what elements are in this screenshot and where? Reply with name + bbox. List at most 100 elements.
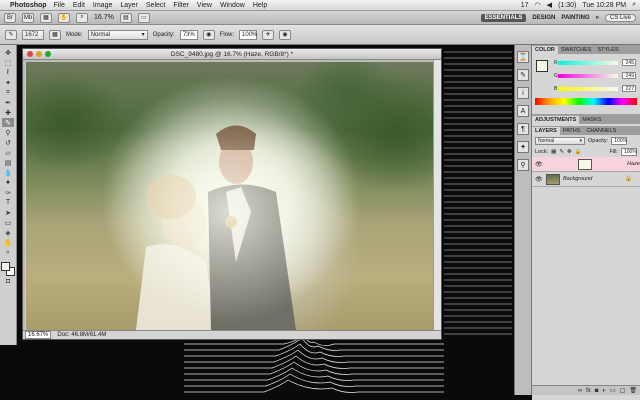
opacity-field[interactable]: 73% [179, 29, 198, 40]
link-layers-icon[interactable]: ∞ [578, 388, 582, 394]
new-layer-icon[interactable]: ▢ [620, 387, 626, 394]
cs-live-button[interactable]: CS Live [604, 13, 636, 22]
type-tool-icon[interactable]: T [2, 198, 14, 207]
quick-select-tool-icon[interactable]: ✦ [2, 78, 14, 87]
character-panel-icon[interactable]: A [517, 105, 529, 117]
minibridge-icon[interactable]: Mb [22, 12, 34, 23]
paragraph-panel-icon[interactable]: ¶ [517, 123, 529, 135]
layer-row-background[interactable]: 👁 Background 🔒 [532, 172, 640, 187]
pressure-size-icon[interactable]: ◉ [279, 29, 292, 40]
dodge-tool-icon[interactable]: ● [2, 178, 14, 187]
workspace-essentials[interactable]: ESSENTIALS [480, 13, 527, 22]
fill-field[interactable]: 100% [621, 147, 637, 156]
vertical-scrollbar[interactable] [433, 60, 441, 331]
tab-color[interactable]: COLOR [532, 46, 558, 54]
shape-tool-icon[interactable]: ▭ [2, 218, 14, 227]
b-value[interactable]: 227 [622, 85, 636, 92]
zoom-window-icon[interactable] [45, 51, 51, 57]
minimize-icon[interactable] [36, 51, 42, 57]
status-zoom[interactable]: 16.67% [25, 331, 52, 339]
lock-position-icon[interactable]: ✥ [567, 149, 572, 155]
clock[interactable]: Tue 10:28 PM [582, 2, 626, 9]
brush-panel-icon-strip[interactable]: ✦ [517, 141, 529, 153]
pen-tool-icon[interactable]: ✑ [2, 188, 14, 197]
workspace-painting[interactable]: PAINTING [561, 15, 589, 21]
brush-preset-icon[interactable]: ✎ [5, 29, 17, 40]
b-slider[interactable] [558, 87, 618, 91]
brush-tool-icon[interactable]: ✎ [2, 118, 14, 127]
close-icon[interactable] [27, 51, 33, 57]
menu-view[interactable]: View [197, 2, 212, 9]
spotlight-icon[interactable]: ⌕ [632, 1, 636, 9]
workspace-design[interactable]: DESIGN [532, 15, 555, 21]
flow-field[interactable]: 100% [239, 29, 257, 40]
new-group-icon[interactable]: ▭ [610, 387, 616, 394]
doc-size[interactable]: Doc: 46.8M/61.4M [57, 332, 106, 338]
hand-tool-icon[interactable]: ✋ [2, 238, 14, 247]
app-menu[interactable]: Photoshop [10, 2, 47, 9]
pressure-opacity-icon[interactable]: ◉ [202, 29, 215, 40]
menu-layer[interactable]: Layer [120, 2, 138, 9]
menu-window[interactable]: Window [220, 2, 245, 9]
lock-all-icon[interactable]: 🔒 [575, 149, 582, 155]
eyedropper-tool-icon[interactable]: ✒ [2, 98, 14, 107]
quick-mask-icon[interactable]: ◘ [2, 277, 14, 286]
brush-presets-icon[interactable]: ✎ [517, 69, 529, 81]
menu-filter[interactable]: Filter [173, 2, 189, 9]
clone-stamp-tool-icon[interactable]: ⚲ [2, 128, 14, 137]
tab-channels[interactable]: CHANNELS [583, 127, 619, 135]
hand-icon[interactable]: ✋ [58, 12, 70, 23]
menu-image[interactable]: Image [93, 2, 112, 9]
lock-pixels-icon[interactable]: ✎ [559, 149, 564, 155]
tab-masks[interactable]: MASKS [579, 116, 604, 124]
menu-file[interactable]: File [54, 2, 65, 9]
trash-icon[interactable]: 🗑 [629, 387, 637, 394]
color-spectrum[interactable] [535, 98, 637, 105]
wifi-icon[interactable]: ◠ [535, 1, 541, 9]
battery-status[interactable]: (1:30) [558, 2, 576, 9]
r-value[interactable]: 245 [622, 59, 636, 66]
mode-select[interactable]: Normal ▾ [87, 29, 148, 40]
blur-tool-icon[interactable]: 💧 [2, 168, 14, 177]
tab-paths[interactable]: PATHS [560, 127, 584, 135]
history-brush-tool-icon[interactable]: ↺ [2, 138, 14, 147]
add-mask-icon[interactable]: ◙ [595, 388, 599, 394]
zoom-tool-icon[interactable]: ⌕ [2, 248, 14, 257]
menu-edit[interactable]: Edit [73, 2, 85, 9]
tab-styles[interactable]: STYLES [594, 46, 621, 54]
brush-panel-icon[interactable]: ▦ [49, 29, 61, 40]
blend-mode-select[interactable]: Normal ▾ [535, 136, 585, 145]
zoom-level[interactable]: 16.7% [94, 14, 114, 21]
tab-layers[interactable]: LAYERS [532, 127, 560, 135]
eraser-tool-icon[interactable]: ▱ [2, 148, 14, 157]
marquee-tool-icon[interactable]: ⬚ [2, 58, 14, 67]
layer-row-haze[interactable]: 👁 Haze [532, 157, 640, 172]
foreground-color-swatch[interactable] [1, 262, 10, 271]
eye-icon[interactable]: 👁 [535, 161, 543, 168]
menubar-extra[interactable]: 17 [521, 2, 529, 9]
info-panel-icon[interactable]: i [517, 87, 529, 99]
document-titlebar[interactable]: DSC_9480.jpg @ 16.7% (Haze, RGB/8*) * [23, 49, 441, 60]
fx-icon[interactable]: fx [586, 388, 591, 394]
gradient-tool-icon[interactable]: ▤ [2, 158, 14, 167]
zoom-tool-icon[interactable]: ⌕ [76, 12, 88, 23]
fg-color-chip[interactable] [536, 60, 548, 72]
3d-rotate-tool-icon[interactable]: ◈ [2, 228, 14, 237]
crop-tool-icon[interactable]: ⌗ [2, 88, 14, 97]
tab-swatches[interactable]: SWATCHES [558, 46, 595, 54]
clone-source-icon[interactable]: ⚲ [517, 159, 529, 171]
tab-adjustments[interactable]: ADJUSTMENTS [532, 116, 580, 124]
g-value[interactable]: 249 [622, 72, 636, 79]
brush-size-picker[interactable]: 1672 [22, 29, 44, 40]
lasso-tool-icon[interactable]: ℓ [2, 68, 14, 77]
adjustment-layer-icon[interactable]: ◐ [602, 388, 606, 394]
wedding-photo[interactable] [26, 62, 433, 330]
path-select-tool-icon[interactable]: ➤ [2, 208, 14, 217]
history-panel-icon[interactable]: ⌛ [517, 51, 529, 63]
bridge-icon[interactable]: Br [4, 12, 16, 23]
guides-icon[interactable]: ▦ [40, 12, 52, 23]
healing-brush-tool-icon[interactable]: ✚ [2, 108, 14, 117]
g-slider[interactable] [558, 74, 618, 78]
r-slider[interactable] [558, 61, 618, 65]
arrange-icon[interactable]: ▤ [119, 12, 132, 23]
